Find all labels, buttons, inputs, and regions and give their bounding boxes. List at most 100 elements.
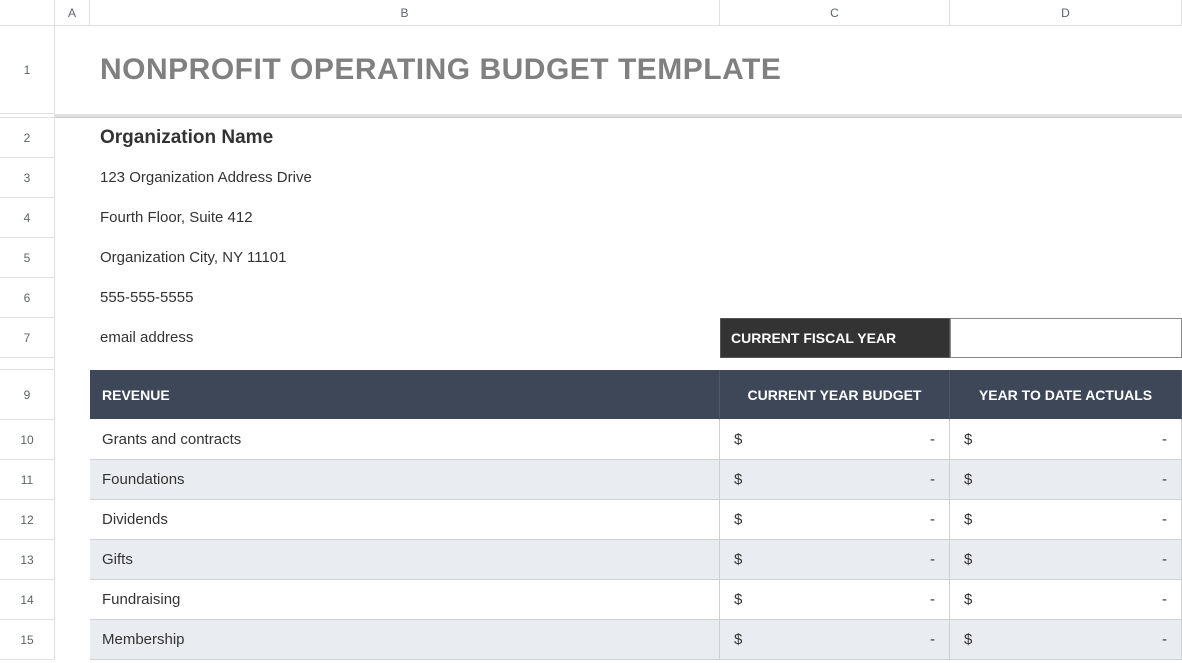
revenue-item-actual[interactable]: $- [950, 500, 1182, 540]
org-name[interactable]: Organization Name [90, 118, 720, 158]
cell-A3[interactable] [55, 158, 90, 198]
currency-val: - [1162, 511, 1167, 528]
current-fiscal-year-input[interactable] [950, 318, 1182, 358]
revenue-item-label[interactable]: Fundraising [90, 580, 720, 620]
org-phone[interactable]: 555-555-5555 [90, 278, 720, 318]
revenue-item-actual[interactable]: $- [950, 540, 1182, 580]
revenue-item-actual[interactable]: $- [950, 580, 1182, 620]
currency-val: - [930, 551, 935, 568]
cell-C5[interactable] [720, 238, 950, 278]
cell-D3[interactable] [950, 158, 1182, 198]
currency-sym: $ [734, 631, 742, 648]
row-header-13[interactable]: 13 [0, 540, 55, 580]
currency-val: - [1162, 591, 1167, 608]
row-header-3[interactable]: 3 [0, 158, 55, 198]
row-header-8[interactable] [0, 358, 55, 370]
revenue-item-budget[interactable]: $- [720, 540, 950, 580]
org-address-3[interactable]: Organization City, NY 11101 [90, 238, 720, 278]
revenue-item-budget[interactable]: $- [720, 620, 950, 660]
cell-A12[interactable] [55, 500, 90, 540]
revenue-item-actual[interactable]: $- [950, 620, 1182, 660]
currency-sym: $ [734, 591, 742, 608]
cell-A7[interactable] [55, 318, 90, 358]
row-header-6[interactable]: 6 [0, 278, 55, 318]
currency-sym: $ [964, 431, 972, 448]
cell-A4[interactable] [55, 198, 90, 238]
row-header-1[interactable]: 1 [0, 26, 55, 114]
currency-val: - [1162, 471, 1167, 488]
currency-val: - [1162, 631, 1167, 648]
row-header-10[interactable]: 10 [0, 420, 55, 460]
cell-D6[interactable] [950, 278, 1182, 318]
currency-val: - [930, 631, 935, 648]
cell-A13[interactable] [55, 540, 90, 580]
cell-A10[interactable] [55, 420, 90, 460]
col-header-A[interactable]: A [55, 0, 90, 26]
cell-A6[interactable] [55, 278, 90, 318]
row-header-2[interactable]: 2 [0, 118, 55, 158]
gap-row [55, 358, 1182, 370]
cell-D4[interactable] [950, 198, 1182, 238]
currency-val: - [1162, 551, 1167, 568]
col-header-D[interactable]: D [950, 0, 1182, 26]
revenue-item-budget[interactable]: $- [720, 500, 950, 540]
currency-sym: $ [734, 551, 742, 568]
row-header-4[interactable]: 4 [0, 198, 55, 238]
revenue-item-label[interactable]: Membership [90, 620, 720, 660]
currency-sym: $ [964, 591, 972, 608]
cell-D5[interactable] [950, 238, 1182, 278]
row-header-5[interactable]: 5 [0, 238, 55, 278]
revenue-section-header: REVENUE [90, 370, 720, 420]
revenue-item-budget[interactable]: $- [720, 580, 950, 620]
revenue-item-actual[interactable]: $- [950, 420, 1182, 460]
org-address-1[interactable]: 123 Organization Address Drive [90, 158, 720, 198]
cell-A1[interactable] [55, 26, 90, 114]
page-title[interactable]: NONPROFIT OPERATING BUDGET TEMPLATE [90, 26, 1182, 114]
cell-A14[interactable] [55, 580, 90, 620]
revenue-item-budget[interactable]: $- [720, 460, 950, 500]
row-header-11[interactable]: 11 [0, 460, 55, 500]
currency-val: - [930, 471, 935, 488]
col-header-B[interactable]: B [90, 0, 720, 26]
currency-sym: $ [964, 471, 972, 488]
currency-sym: $ [734, 471, 742, 488]
cell-D2[interactable] [950, 118, 1182, 158]
currency-sym: $ [964, 551, 972, 568]
col-header-current-year-budget: CURRENT YEAR BUDGET [720, 370, 950, 420]
row-header-15[interactable]: 15 [0, 620, 55, 660]
revenue-item-label[interactable]: Grants and contracts [90, 420, 720, 460]
row-header-7[interactable]: 7 [0, 318, 55, 358]
cell-A9[interactable] [55, 370, 90, 420]
currency-val: - [930, 511, 935, 528]
cell-A15[interactable] [55, 620, 90, 660]
currency-sym: $ [964, 631, 972, 648]
org-email[interactable]: email address [90, 318, 720, 358]
revenue-item-label[interactable]: Foundations [90, 460, 720, 500]
currency-sym: $ [734, 511, 742, 528]
org-address-2[interactable]: Fourth Floor, Suite 412 [90, 198, 720, 238]
col-header-year-to-date-actuals: YEAR TO DATE ACTUALS [950, 370, 1182, 420]
cell-A2[interactable] [55, 118, 90, 158]
revenue-item-label[interactable]: Gifts [90, 540, 720, 580]
revenue-item-label[interactable]: Dividends [90, 500, 720, 540]
currency-val: - [930, 591, 935, 608]
revenue-item-actual[interactable]: $- [950, 460, 1182, 500]
current-fiscal-year-label: CURRENT FISCAL YEAR [720, 318, 950, 358]
row-header-9[interactable]: 9 [0, 370, 55, 420]
cell-A5[interactable] [55, 238, 90, 278]
currency-val: - [930, 431, 935, 448]
currency-sym: $ [964, 511, 972, 528]
col-header-C[interactable]: C [720, 0, 950, 26]
cell-A11[interactable] [55, 460, 90, 500]
currency-val: - [1162, 431, 1167, 448]
cell-C6[interactable] [720, 278, 950, 318]
select-all-corner[interactable] [0, 0, 55, 26]
cell-C2[interactable] [720, 118, 950, 158]
cell-C3[interactable] [720, 158, 950, 198]
spreadsheet-grid: A B C D 1 NONPROFIT OPERATING BUDGET TEM… [0, 0, 1182, 660]
revenue-item-budget[interactable]: $- [720, 420, 950, 460]
cell-C4[interactable] [720, 198, 950, 238]
row-header-12[interactable]: 12 [0, 500, 55, 540]
row-header-14[interactable]: 14 [0, 580, 55, 620]
currency-sym: $ [734, 431, 742, 448]
